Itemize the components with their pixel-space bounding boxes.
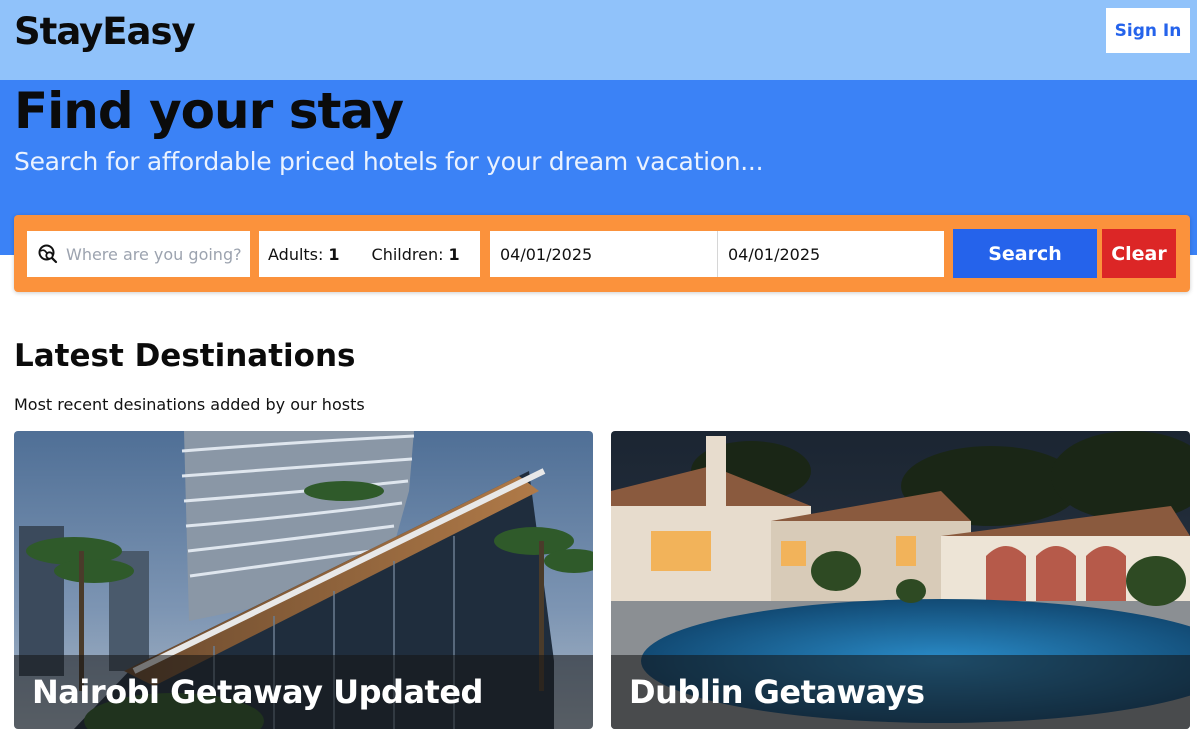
destination-input[interactable] — [66, 244, 246, 264]
children-label: Children: — [371, 244, 444, 264]
guests-field[interactable]: Adults: 1 Children: 1 — [259, 231, 480, 277]
adults-label: Adults: — [268, 244, 324, 264]
adults-value: 1 — [328, 244, 340, 264]
card-title: Nairobi Getaway Updated — [32, 673, 483, 711]
adults-count[interactable]: Adults: 1 — [268, 245, 340, 264]
check-out-date-input[interactable]: 04/01/2025 — [717, 231, 944, 277]
children-value: 1 — [448, 244, 460, 264]
destination-card[interactable]: Nairobi Getaway Updated — [14, 431, 593, 729]
children-count[interactable]: Children: 1 — [372, 245, 460, 264]
hero-title: Find your stay — [14, 82, 404, 140]
logo[interactable]: StayEasy — [14, 10, 196, 53]
card-title: Dublin Getaways — [629, 673, 925, 711]
globe-search-icon — [38, 244, 58, 264]
card-caption: Dublin Getaways — [611, 655, 1190, 729]
sign-in-button[interactable]: Sign In — [1106, 8, 1190, 53]
latest-destinations-subtitle: Most recent desinations added by our hos… — [14, 395, 365, 414]
hero-subtitle: Search for affordable priced hotels for … — [14, 147, 764, 176]
destination-card[interactable]: Dublin Getaways — [611, 431, 1190, 729]
top-navbar: StayEasy Sign In — [0, 0, 1197, 80]
search-button[interactable]: Search — [953, 229, 1097, 278]
latest-destinations-title: Latest Destinations — [14, 338, 356, 374]
destination-field[interactable] — [27, 231, 250, 277]
card-caption: Nairobi Getaway Updated — [14, 655, 593, 729]
check-in-date-input[interactable]: 04/01/2025 — [490, 231, 717, 277]
clear-button[interactable]: Clear — [1102, 229, 1176, 278]
date-range-field: 04/01/2025 04/01/2025 — [490, 231, 944, 277]
search-bar: Adults: 1 Children: 1 04/01/2025 04/01/2… — [14, 215, 1190, 292]
